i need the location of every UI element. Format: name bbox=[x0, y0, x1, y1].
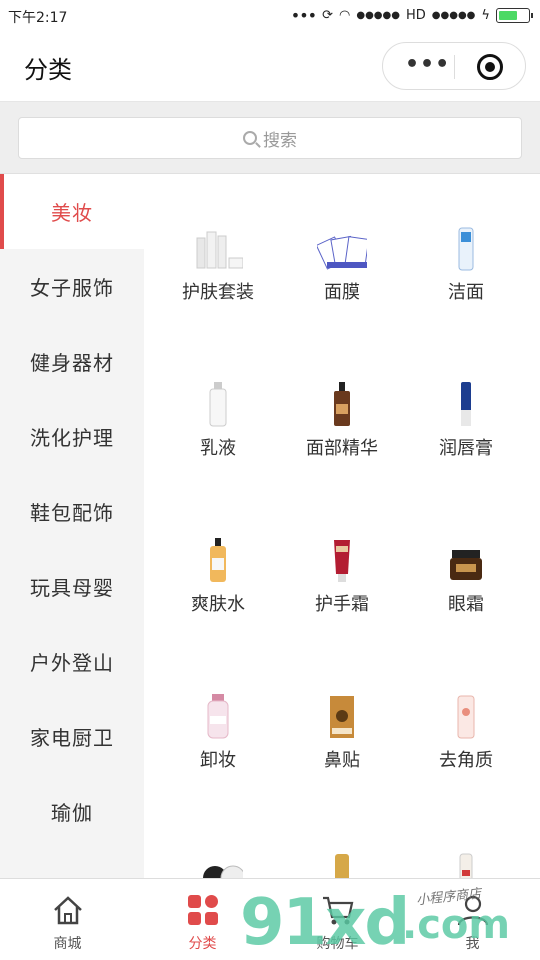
status-bar: 下午2:17 ••• ⟳ ◠ ●●●●● HD ●●●●● ϟ bbox=[0, 0, 540, 30]
tab-label: 购物车 bbox=[316, 936, 359, 952]
tab-bar: 商城 分类 购物车 我 bbox=[0, 878, 540, 960]
cart-icon bbox=[321, 893, 355, 927]
product-category-item[interactable]: 爽肤水 bbox=[156, 536, 280, 615]
capsule-divider bbox=[454, 55, 455, 79]
product-category-label: 润唇膏 bbox=[439, 438, 493, 459]
network-label: HD bbox=[405, 8, 426, 23]
partial-product-icon bbox=[193, 848, 243, 878]
tab-label: 商城 bbox=[53, 936, 82, 952]
sync-icon: ⟳ bbox=[322, 8, 333, 23]
toner-icon bbox=[193, 536, 243, 584]
navigation-bar: 分类 ••• bbox=[0, 30, 540, 102]
cleanser-icon bbox=[441, 224, 491, 272]
product-category-label: 面膜 bbox=[324, 282, 360, 303]
product-category-label: 护手霜 bbox=[315, 594, 369, 615]
product-category-label: 鼻贴 bbox=[324, 750, 360, 771]
tab-profile[interactable]: 我 bbox=[405, 879, 540, 960]
page-title: 分类 bbox=[24, 56, 72, 84]
miniprogram-capsule: ••• bbox=[382, 42, 526, 90]
exfoliator-icon bbox=[441, 692, 491, 740]
product-category-item[interactable]: 面膜 bbox=[280, 224, 404, 303]
tab-cart[interactable]: 购物车 bbox=[270, 879, 405, 960]
product-category-item[interactable]: 乳液 bbox=[156, 380, 280, 459]
product-grid-area: 护肤套装 面膜 洁面乳液 面部精华 润唇膏爽肤水 护手霜 眼霜卸妆 鼻贴 去角质 bbox=[144, 174, 540, 878]
sidebar-item[interactable]: 户外登山 bbox=[0, 624, 144, 699]
product-category-label: 乳液 bbox=[200, 438, 236, 459]
sidebar-item[interactable]: 家电厨卫 bbox=[0, 699, 144, 774]
tab-category[interactable]: 分类 bbox=[135, 879, 270, 960]
product-category-label: 护肤套装 bbox=[182, 282, 254, 303]
category-sidebar: 美妆 女子服饰 健身器材 洗化护理 鞋包配饰 玩具母婴 户外登山 家电厨卫 瑜伽 bbox=[0, 174, 144, 878]
serum-icon bbox=[317, 380, 367, 428]
product-category-label: 去角质 bbox=[439, 750, 493, 771]
lip-balm-icon bbox=[441, 380, 491, 428]
sidebar-item[interactable]: 美妆 bbox=[0, 174, 144, 249]
product-category-item[interactable]: 洁面 bbox=[404, 224, 528, 303]
sidebar-item[interactable]: 鞋包配饰 bbox=[0, 474, 144, 549]
signal-dots: ●●●●● bbox=[356, 10, 400, 21]
search-placeholder: 搜索 bbox=[263, 130, 297, 151]
face-mask-icon bbox=[317, 224, 367, 272]
search-input[interactable]: 搜索 bbox=[18, 117, 522, 159]
product-category-item[interactable]: 去角质 bbox=[404, 692, 528, 771]
more-button[interactable]: ••• bbox=[405, 54, 450, 76]
sidebar-item[interactable]: 瑜伽 bbox=[0, 774, 144, 849]
product-category-item[interactable]: 卸妆 bbox=[156, 692, 280, 771]
category-icon bbox=[186, 893, 220, 927]
tab-home[interactable]: 商城 bbox=[0, 879, 135, 960]
close-target-button[interactable] bbox=[477, 54, 503, 80]
product-category-item[interactable] bbox=[280, 848, 404, 878]
status-dots: ••• bbox=[290, 6, 317, 25]
product-category-item[interactable]: 面部精华 bbox=[280, 380, 404, 459]
product-category-label: 眼霜 bbox=[448, 594, 484, 615]
nose-strip-icon bbox=[317, 692, 367, 740]
product-category-label: 卸妆 bbox=[200, 750, 236, 771]
tab-label: 分类 bbox=[188, 936, 217, 952]
sidebar-item[interactable]: 玩具母婴 bbox=[0, 549, 144, 624]
product-category-item[interactable] bbox=[404, 848, 528, 878]
lotion-icon bbox=[193, 380, 243, 428]
product-category-label: 洁面 bbox=[448, 282, 484, 303]
battery-icon bbox=[496, 8, 533, 23]
product-category-item[interactable]: 鼻贴 bbox=[280, 692, 404, 771]
sidebar-item[interactable]: 洗化护理 bbox=[0, 399, 144, 474]
product-category-label: 面部精华 bbox=[306, 438, 378, 459]
makeup-remover-icon bbox=[193, 692, 243, 740]
search-area: 搜索 bbox=[0, 102, 540, 174]
product-category-item[interactable] bbox=[156, 848, 280, 878]
wifi-icon: ◠ bbox=[339, 8, 351, 23]
charging-icon: ϟ bbox=[481, 8, 490, 23]
sidebar-item[interactable]: 女子服饰 bbox=[0, 249, 144, 324]
partial-bottle-icon bbox=[441, 848, 491, 878]
partial-sunscreen-icon bbox=[317, 848, 367, 878]
product-category-label: 爽肤水 bbox=[191, 594, 245, 615]
signal-dots-2: ●●●●● bbox=[431, 10, 476, 21]
home-icon bbox=[51, 893, 85, 927]
skincare-set-icon bbox=[193, 224, 243, 272]
status-time: 下午2:17 bbox=[8, 10, 68, 26]
product-category-item[interactable]: 护手霜 bbox=[280, 536, 404, 615]
eye-cream-icon bbox=[441, 536, 491, 584]
product-grid: 护肤套装 面膜 洁面乳液 面部精华 润唇膏爽肤水 护手霜 眼霜卸妆 鼻贴 去角质 bbox=[156, 224, 528, 878]
profile-icon bbox=[456, 893, 490, 927]
product-category-item[interactable]: 护肤套装 bbox=[156, 224, 280, 303]
sidebar-item[interactable]: 健身器材 bbox=[0, 324, 144, 399]
product-category-item[interactable]: 眼霜 bbox=[404, 536, 528, 615]
hand-cream-icon bbox=[317, 536, 367, 584]
status-indicators: ••• ⟳ ◠ ●●●●● HD ●●●●● ϟ bbox=[290, 6, 533, 25]
tab-label: 我 bbox=[465, 936, 480, 952]
search-icon bbox=[243, 131, 257, 145]
battery-fill bbox=[499, 11, 517, 20]
product-category-item[interactable]: 润唇膏 bbox=[404, 380, 528, 459]
